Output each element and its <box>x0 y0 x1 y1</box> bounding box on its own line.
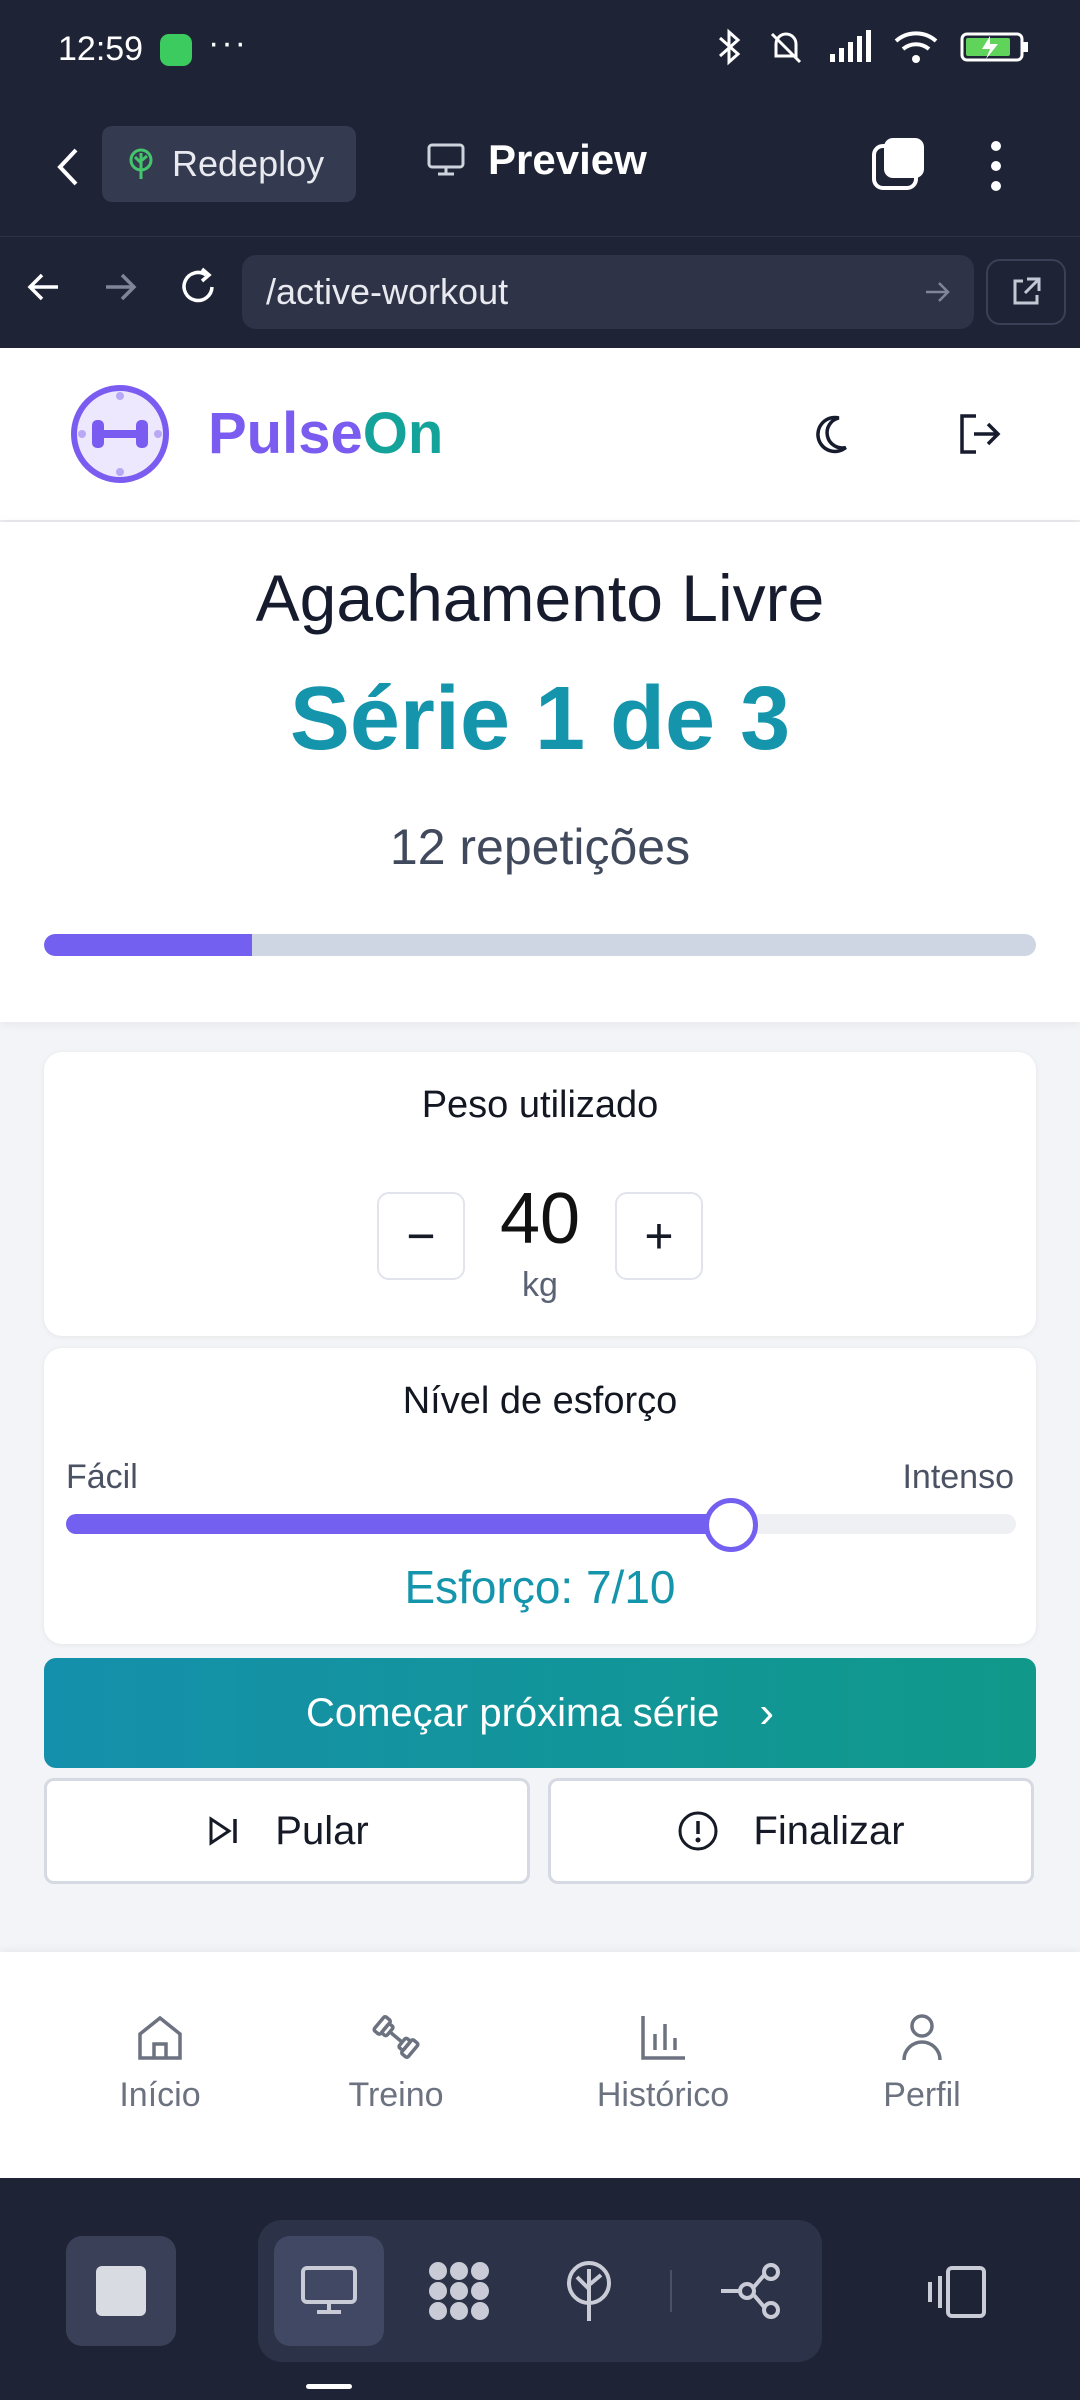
effort-max-label: Intenso <box>902 1458 1014 1496</box>
effort-slider[interactable] <box>66 1498 1016 1552</box>
grid-blob-icon <box>429 2262 489 2320</box>
stop-button[interactable] <box>66 2236 176 2346</box>
effort-value: Esforço: 7/10 <box>404 1561 676 1613</box>
deploy-tree-icon <box>129 148 153 179</box>
weight-unit: kg <box>522 1266 558 1304</box>
wifi-icon <box>894 31 938 63</box>
branch-nodes-icon <box>721 2263 780 2319</box>
skip-forward-icon <box>209 1816 238 1846</box>
back-button[interactable] <box>48 138 88 196</box>
status-time: 12:59 <box>58 30 144 68</box>
finish-button[interactable]: Finalizar <box>548 1778 1034 1884</box>
reps-count: 12 repetições <box>389 819 691 875</box>
reload-icon[interactable] <box>176 265 220 309</box>
nav-label-inicio: Início <box>119 2076 201 2114</box>
alert-circle-icon <box>678 1811 718 1851</box>
browser-top-bar: Redeploy Preview <box>0 100 1080 236</box>
preview-view-button[interactable] <box>274 2236 384 2346</box>
more-notifications-icon: ··· <box>208 24 248 62</box>
stop-icon <box>96 2266 146 2316</box>
device-size-icon[interactable] <box>924 2264 988 2320</box>
bottom-nav: Início Treino Histórico Perfil <box>0 1952 1080 2178</box>
weight-card: Peso utilizado − 40 + kg <box>44 1052 1036 1336</box>
url-text: /active-workout <box>266 271 509 312</box>
view-toolbar <box>258 2220 822 2362</box>
url-input[interactable]: /active-workout <box>242 255 974 329</box>
system-icons <box>714 28 1030 66</box>
redeploy-label: Redeploy <box>172 143 325 184</box>
arrow-left-icon[interactable] <box>24 267 64 307</box>
battery-charging-icon <box>960 32 1028 62</box>
workflow-view-button[interactable] <box>694 2236 804 2346</box>
effort-title: Nível de esforço <box>402 1380 678 1422</box>
home-icon <box>138 2015 182 2060</box>
preview-tab[interactable]: Preview <box>426 136 647 184</box>
url-row: /active-workout <box>0 236 1080 348</box>
chevron-right-icon: › <box>759 1688 775 1737</box>
tabs-button[interactable] <box>870 136 926 192</box>
nav-item-historico[interactable]: Histórico <box>563 2012 763 2115</box>
weight-title: Peso utilizado <box>421 1084 659 1126</box>
moon-icon <box>816 415 847 454</box>
deploy-tree-icon <box>567 2261 611 2321</box>
more-options-button[interactable] <box>980 136 1012 196</box>
external-link-icon <box>1013 277 1041 305</box>
nav-item-perfil[interactable]: Perfil <box>822 2012 1022 2115</box>
next-series-label: Começar próxima série <box>305 1690 720 1735</box>
mute-icon <box>770 32 802 64</box>
skip-label: Pular <box>275 1808 369 1853</box>
arrow-right-icon[interactable] <box>100 267 140 307</box>
whatsapp-notification-icon <box>160 34 192 66</box>
brand-part-on: On <box>362 401 444 466</box>
series-counter: Série 1 de 3 <box>289 669 791 769</box>
effort-min-label: Fácil <box>66 1458 138 1496</box>
dumbbell-icon <box>372 2015 420 2059</box>
logout-icon <box>960 414 1001 454</box>
exercise-name: Agachamento Livre <box>255 561 825 635</box>
user-icon <box>902 2014 942 2061</box>
exercise-card: Agachamento Livre Série 1 de 3 12 repeti… <box>0 522 1080 1022</box>
app-viewport: PulseOn Agachamento Livre Série 1 de 3 1… <box>0 348 1080 2178</box>
finish-label: Finalizar <box>753 1808 905 1853</box>
bar-chart-icon <box>641 2016 685 2060</box>
brand-part-pulse: Pulse <box>208 401 363 466</box>
home-indicator <box>306 2384 352 2389</box>
nav-label-treino: Treino <box>348 2076 444 2114</box>
logout-button[interactable] <box>954 408 1006 460</box>
open-external-button[interactable] <box>986 259 1066 325</box>
deploy-view-button[interactable] <box>534 2236 644 2346</box>
kebab-menu-icon <box>991 141 1001 191</box>
preview-label: Preview <box>488 136 647 183</box>
brand-logo[interactable]: PulseOn <box>208 400 443 467</box>
nav-item-treino[interactable]: Treino <box>296 2012 496 2115</box>
go-arrow-icon[interactable] <box>922 277 952 307</box>
effort-card: Nível de esforço Fácil Intenso Esforço: … <box>44 1348 1036 1644</box>
start-next-series-button[interactable]: Começar próxima série › <box>44 1658 1036 1768</box>
nav-label-historico: Histórico <box>596 2076 730 2114</box>
dumbbell-logo-icon <box>71 385 169 483</box>
chevron-left-icon <box>57 148 78 186</box>
effort-slider-fill <box>66 1514 731 1534</box>
apps-view-button[interactable] <box>404 2236 514 2346</box>
weight-value: 40 <box>499 1179 581 1259</box>
editor-bottom-bar <box>0 2178 1080 2400</box>
nav-item-inicio[interactable]: Início <box>60 2012 260 2115</box>
signal-icon <box>830 30 871 62</box>
series-progress-fill <box>44 934 253 956</box>
bluetooth-icon <box>719 28 741 66</box>
series-progress-bar <box>44 934 1036 956</box>
app-header: PulseOn <box>0 348 1080 520</box>
status-bar: 12:59 ··· <box>0 0 1080 100</box>
effort-slider-thumb[interactable] <box>704 1498 758 1552</box>
monitor-icon <box>301 2266 357 2314</box>
theme-toggle-button[interactable] <box>812 408 864 460</box>
toolbar-divider <box>670 2270 672 2312</box>
tabs-icon <box>872 138 924 190</box>
monitor-icon <box>427 143 465 176</box>
redeploy-button[interactable]: Redeploy <box>102 126 356 202</box>
skip-button[interactable]: Pular <box>44 1778 530 1884</box>
nav-label-perfil: Perfil <box>883 2076 961 2114</box>
